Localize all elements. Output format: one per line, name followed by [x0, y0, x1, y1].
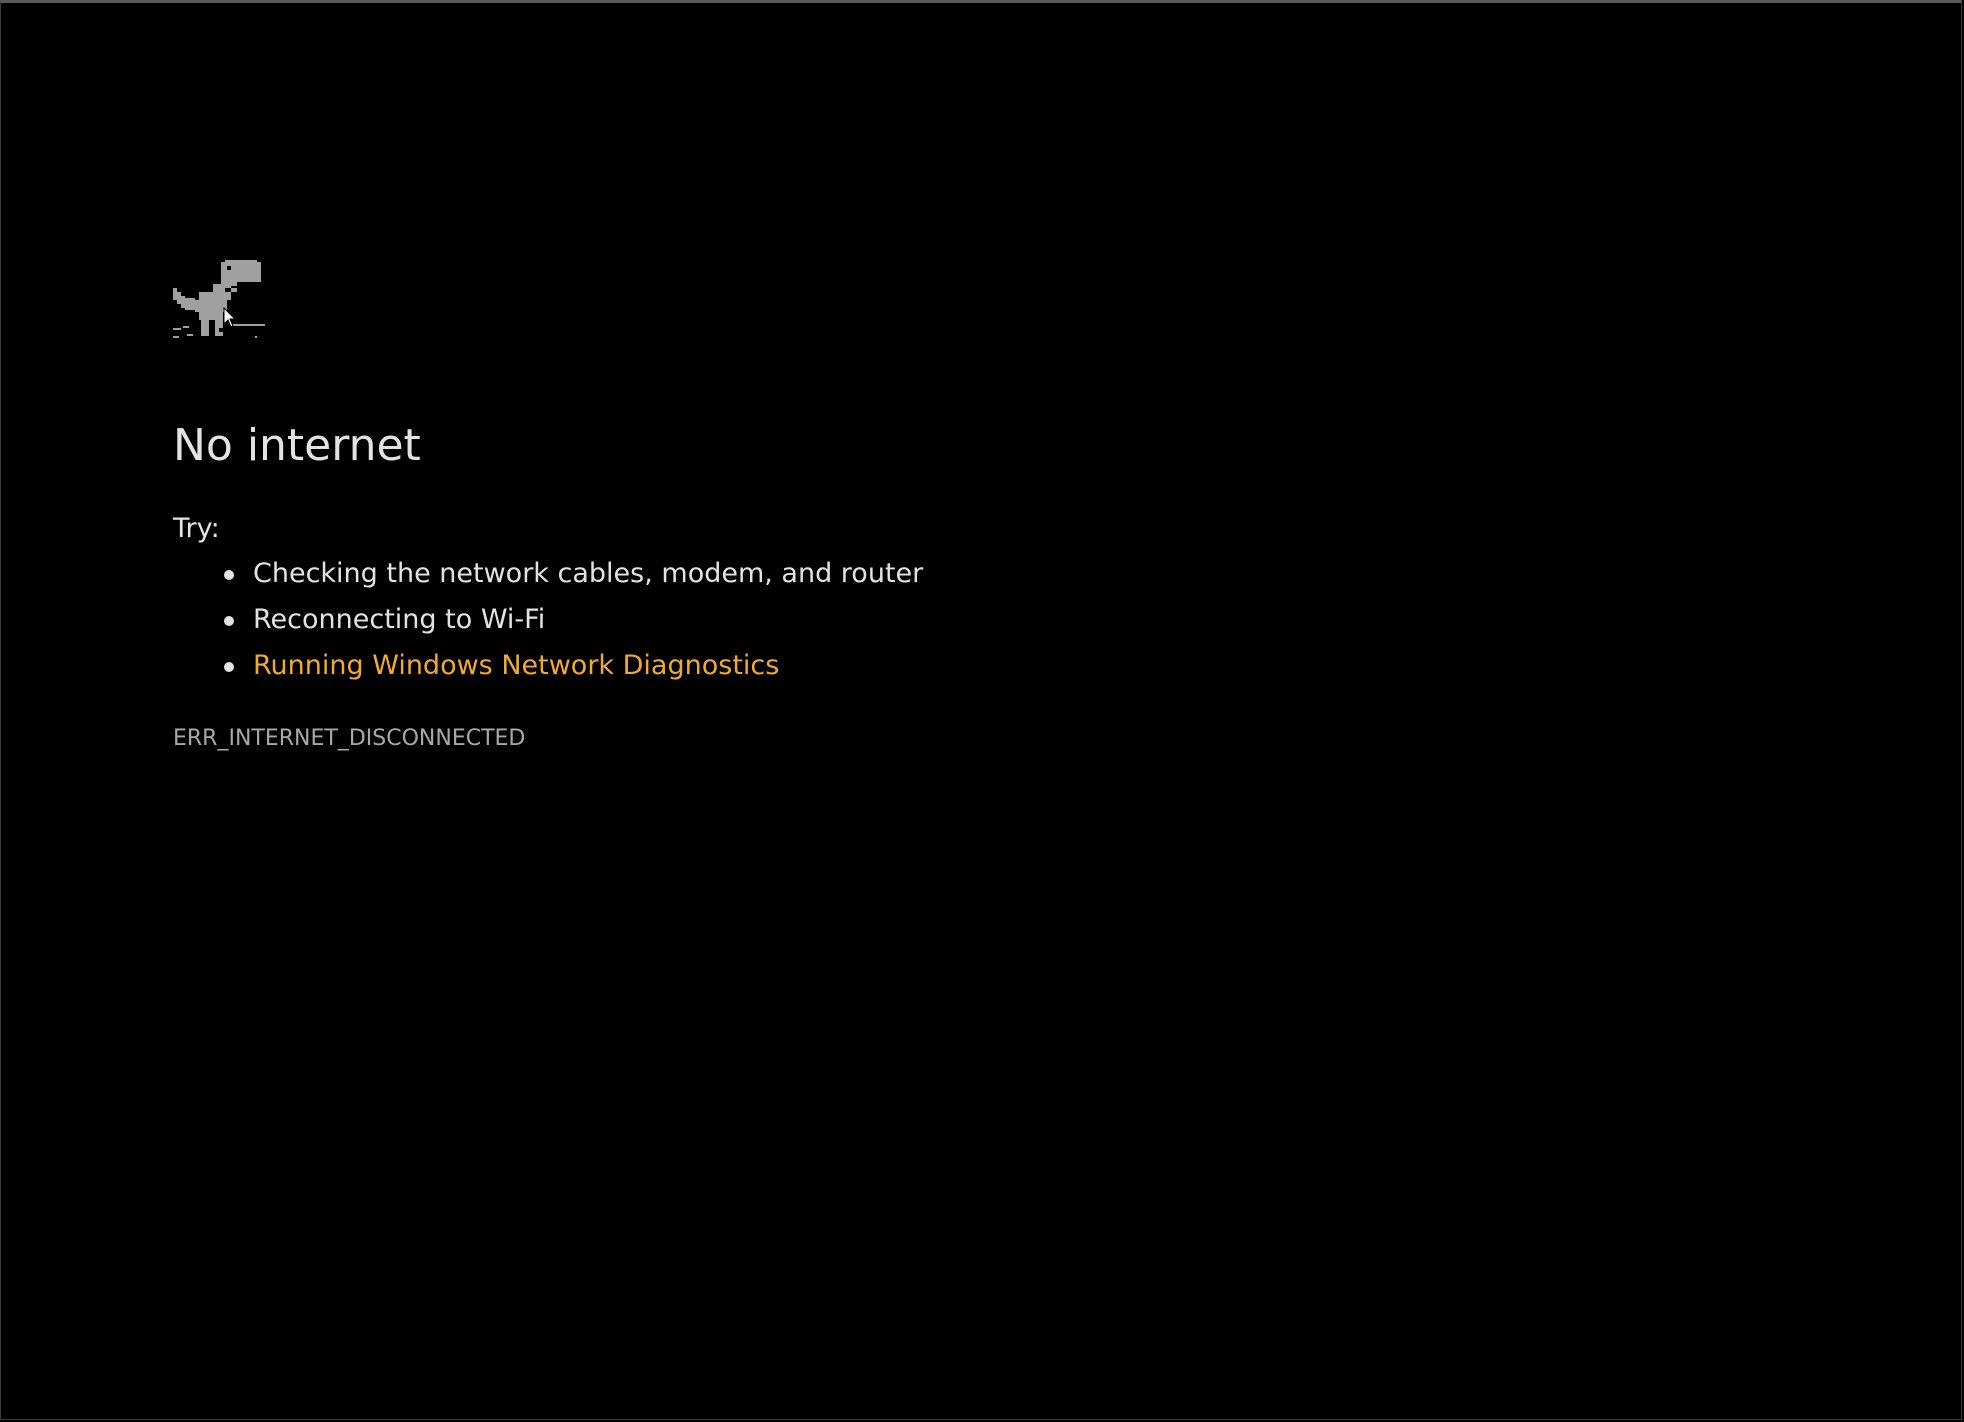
list-item: Reconnecting to Wi-Fi: [173, 602, 923, 648]
list-item: Running Windows Network Diagnostics: [173, 648, 923, 694]
page-title: No internet: [173, 420, 421, 471]
error-code: ERR_INTERNET_DISCONNECTED: [173, 726, 526, 751]
offline-dinosaur-icon[interactable]: [173, 260, 265, 352]
browser-viewport: [0, 0, 1962, 1420]
suggestion-reconnect-wifi: Reconnecting to Wi-Fi: [253, 604, 546, 635]
try-label: Try:: [173, 513, 220, 544]
bullet-icon: [224, 662, 234, 672]
suggestion-list: Checking the network cables, modem, and …: [173, 556, 923, 694]
list-item: Checking the network cables, modem, and …: [173, 556, 923, 602]
suggestion-check-cables: Checking the network cables, modem, and …: [253, 558, 924, 589]
mouse-cursor-icon: [223, 306, 237, 329]
network-diagnostics-link[interactable]: Running Windows Network Diagnostics: [253, 650, 779, 681]
bullet-icon: [224, 616, 234, 626]
bullet-icon: [224, 570, 234, 580]
